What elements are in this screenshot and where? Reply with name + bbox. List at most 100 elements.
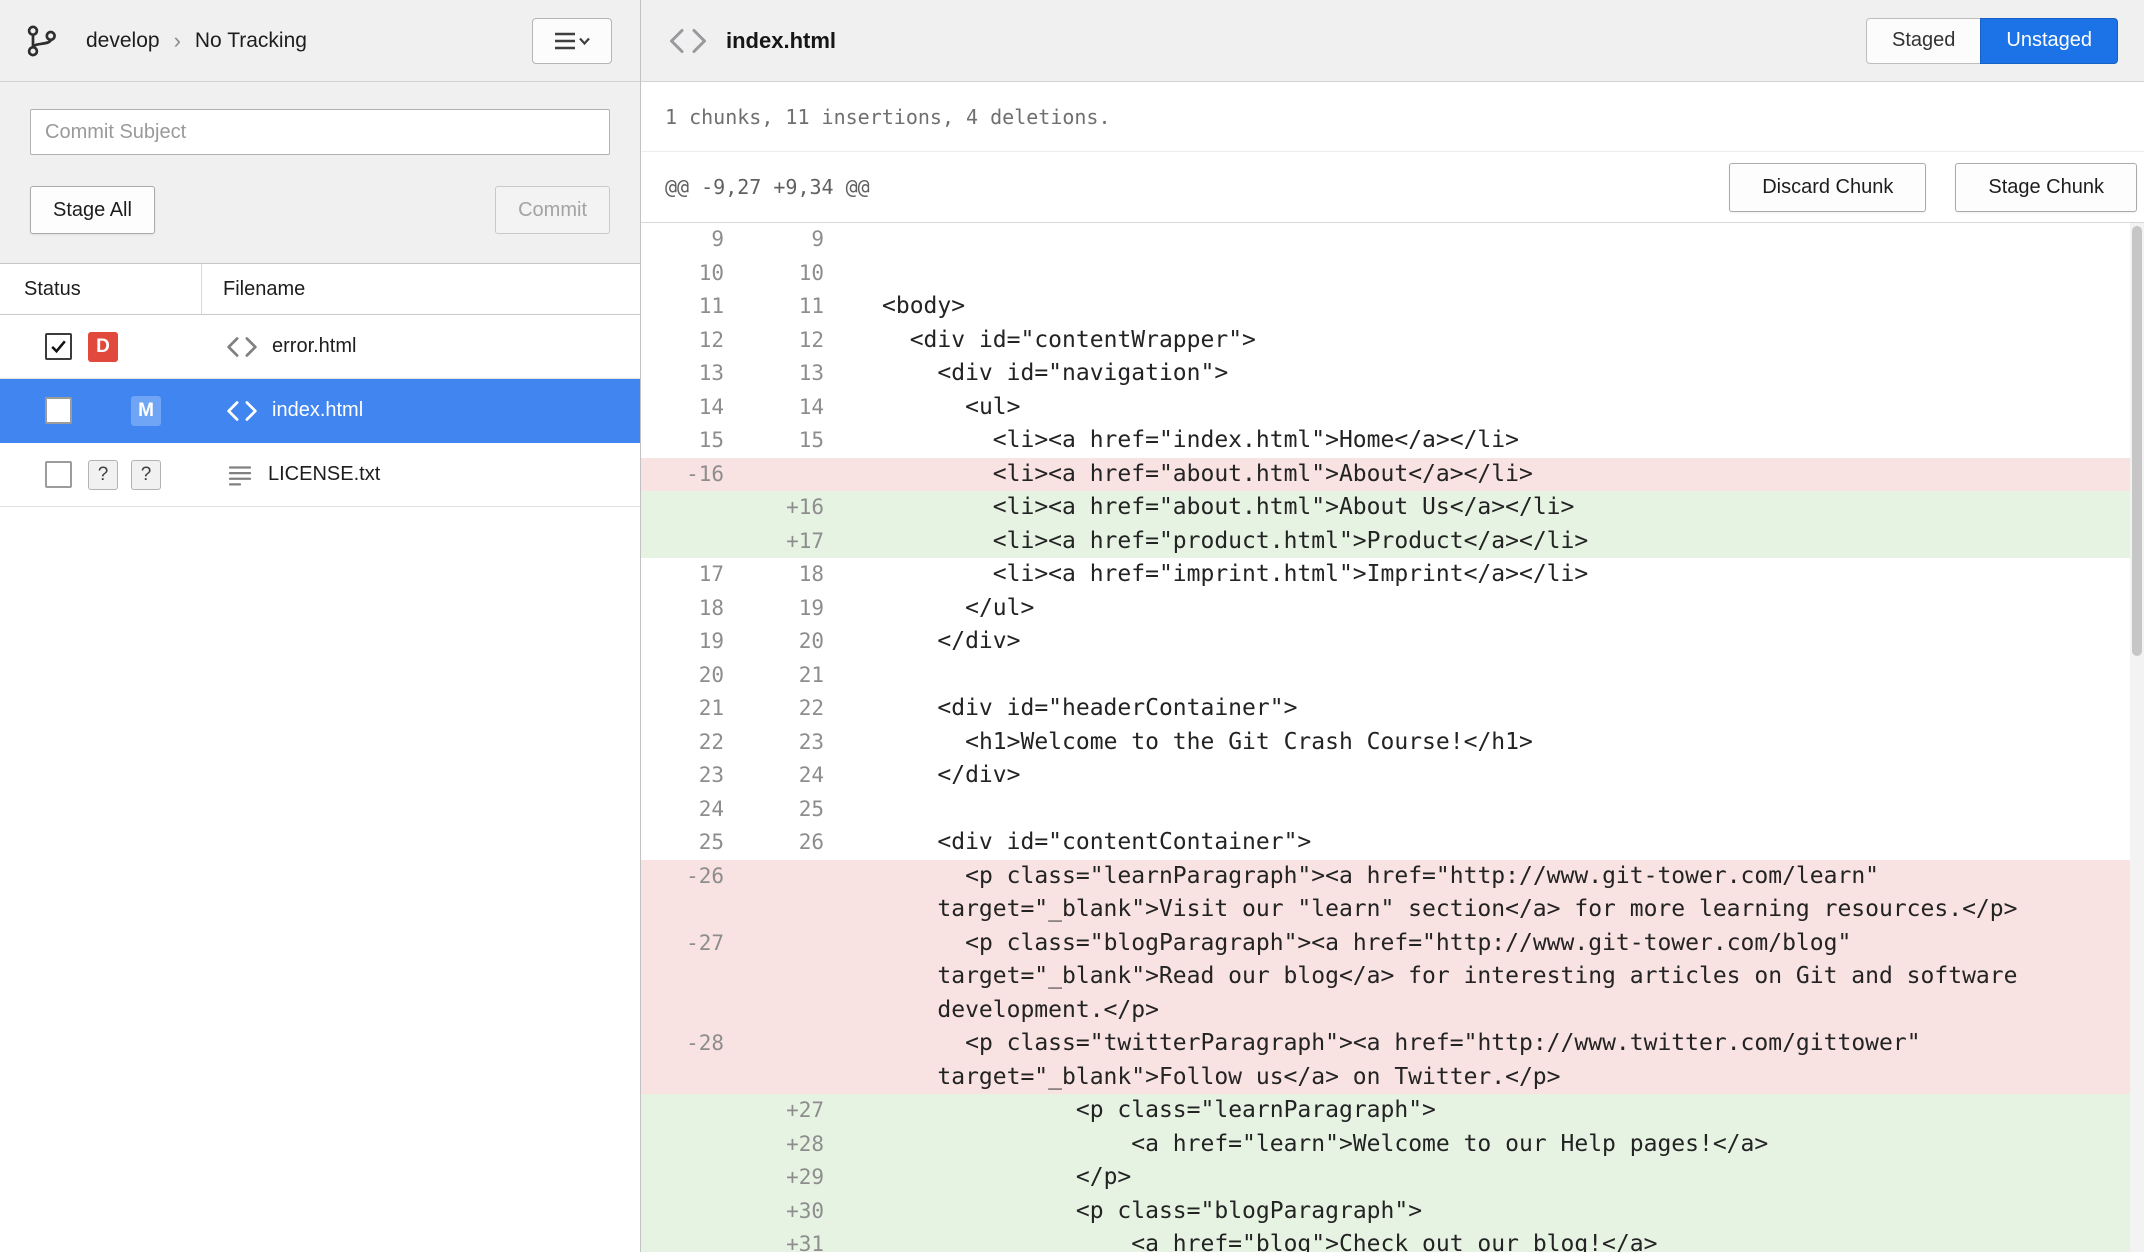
diff-line[interactable]: -16 <li><a href="about.html">About</a></…	[641, 458, 2144, 492]
diff-line[interactable]: -26 <p class="learnParagraph"><a href="h…	[641, 860, 2144, 927]
old-line-number	[641, 1161, 746, 1195]
status-badge-deleted: D	[88, 332, 118, 362]
unstaged-tab[interactable]: Unstaged	[1980, 18, 2118, 64]
diff-line[interactable]: +27 <p class="learnParagraph">	[641, 1094, 2144, 1128]
diff-line[interactable]: +31 <a href="blog">Check out our blog!</…	[641, 1228, 2144, 1252]
new-line-number	[746, 458, 846, 492]
commit-section: Stage All Commit	[0, 82, 640, 264]
file-row[interactable]: Mindex.html	[0, 379, 640, 443]
diff-line[interactable]: +30 <p class="blogParagraph">	[641, 1195, 2144, 1229]
new-line-number: 11	[746, 290, 846, 324]
old-line-number: 15	[641, 424, 746, 458]
file-checkbox[interactable]	[45, 333, 72, 360]
diff-line[interactable]: 2122 <div id="headerContainer">	[641, 692, 2144, 726]
old-line-number: 14	[641, 391, 746, 425]
status-badge-slot: D	[88, 332, 118, 362]
new-line-number: +30	[746, 1195, 846, 1229]
new-line-number: 10	[746, 257, 846, 291]
diff-line[interactable]: +28 <a href="learn">Welcome to our Help …	[641, 1128, 2144, 1162]
new-line-number: +28	[746, 1128, 846, 1162]
commit-button[interactable]: Commit	[495, 186, 610, 234]
chunk-bar: @@ -9,27 +9,34 @@ Discard Chunk Stage Ch…	[641, 152, 2144, 223]
diff-line[interactable]: -28 <p class="twitterParagraph"><a href=…	[641, 1027, 2144, 1094]
diff-line[interactable]: 1212 <div id="contentWrapper">	[641, 324, 2144, 358]
code-line-text: <div id="headerContainer">	[846, 692, 2144, 726]
stage-chunk-button[interactable]: Stage Chunk	[1955, 163, 2137, 212]
new-line-number: 22	[746, 692, 846, 726]
diff-line[interactable]: +29 </p>	[641, 1161, 2144, 1195]
file-checkbox[interactable]	[45, 397, 72, 424]
new-line-number: 9	[746, 223, 846, 257]
code-line-text	[846, 223, 2144, 257]
diff-line[interactable]: 2526 <div id="contentContainer">	[641, 826, 2144, 860]
status-badge-slot: ?	[88, 460, 118, 490]
diff-line[interactable]: 1111<body>	[641, 290, 2144, 324]
diff-line[interactable]: 1313 <div id="navigation">	[641, 357, 2144, 391]
diff-line[interactable]: 1920 </div>	[641, 625, 2144, 659]
tracking-status[interactable]: No Tracking	[195, 29, 307, 53]
discard-chunk-button[interactable]: Discard Chunk	[1729, 163, 1926, 212]
breadcrumb: develop › No Tracking	[86, 29, 307, 53]
git-branch-icon	[24, 23, 60, 59]
old-line-number: 21	[641, 692, 746, 726]
status-badge-slot	[131, 332, 161, 362]
diff-line[interactable]: 2021	[641, 659, 2144, 693]
old-line-number: 10	[641, 257, 746, 291]
diff-scrollbar[interactable]	[2130, 223, 2144, 1252]
file-row[interactable]: Derror.html	[0, 315, 640, 379]
diff-line[interactable]: +16 <li><a href="about.html">About Us</a…	[641, 491, 2144, 525]
code-line-text: <li><a href="imprint.html">Imprint</a></…	[846, 558, 2144, 592]
status-badge-slot: M	[131, 396, 161, 426]
diff-line[interactable]: 99	[641, 223, 2144, 257]
code-line-text: </div>	[846, 625, 2144, 659]
new-line-number: 15	[746, 424, 846, 458]
staged-unstaged-toggle: Staged Unstaged	[1866, 18, 2118, 64]
diff-line[interactable]: 1718 <li><a href="imprint.html">Imprint<…	[641, 558, 2144, 592]
diff-line[interactable]: 1515 <li><a href="index.html">Home</a></…	[641, 424, 2144, 458]
code-line-text: <body>	[846, 290, 2144, 324]
old-line-number	[641, 1128, 746, 1162]
code-line-text: <h1>Welcome to the Git Crash Course!</h1…	[846, 726, 2144, 760]
staged-tab[interactable]: Staged	[1866, 18, 1980, 64]
branch-name[interactable]: develop	[86, 29, 160, 53]
stage-all-button[interactable]: Stage All	[30, 186, 155, 234]
code-line-text: <li><a href="product.html">Product</a></…	[846, 525, 2144, 559]
diff-line[interactable]: 2324 </div>	[641, 759, 2144, 793]
new-line-number	[746, 927, 846, 1028]
diff-header: index.html Staged Unstaged	[641, 0, 2144, 82]
code-line-text: </div>	[846, 759, 2144, 793]
file-name: LICENSE.txt	[268, 463, 380, 486]
file-row[interactable]: ?? LICENSE.txt	[0, 443, 640, 507]
filename-column-header[interactable]: Filename	[202, 264, 640, 314]
old-line-number: 24	[641, 793, 746, 827]
file-list: Derror.htmlMindex.html??LICENSE.txt	[0, 315, 640, 507]
commit-actions: Stage All Commit	[30, 186, 610, 234]
file-name: error.html	[272, 335, 356, 358]
old-line-number: 20	[641, 659, 746, 693]
code-line-text	[846, 659, 2144, 693]
status-column-header[interactable]: Status	[0, 264, 202, 314]
repo-header: develop › No Tracking	[0, 0, 640, 82]
new-line-number: +16	[746, 491, 846, 525]
file-checkbox[interactable]	[45, 461, 72, 488]
diff-line[interactable]: -27 <p class="blogParagraph"><a href="ht…	[641, 927, 2144, 1028]
old-line-number	[641, 1094, 746, 1128]
branch-menu-button[interactable]	[532, 18, 612, 64]
new-line-number: 24	[746, 759, 846, 793]
diff-lines: 9910101111<body>1212 <div id="contentWra…	[641, 223, 2144, 1252]
diff-summary-bar: 1 chunks, 11 insertions, 4 deletions.	[641, 82, 2144, 152]
status-badge-slot	[88, 396, 118, 426]
diff-line[interactable]: 1414 <ul>	[641, 391, 2144, 425]
scrollbar-thumb[interactable]	[2132, 226, 2142, 656]
diff-line[interactable]: 2223 <h1>Welcome to the Git Crash Course…	[641, 726, 2144, 760]
diff-line[interactable]: 1010	[641, 257, 2144, 291]
code-line-text: <p class="learnParagraph">	[846, 1094, 2144, 1128]
diff-line[interactable]: +17 <li><a href="product.html">Product</…	[641, 525, 2144, 559]
new-line-number: 20	[746, 625, 846, 659]
file-status-cell: ??	[0, 460, 202, 490]
diff-line[interactable]: 2425	[641, 793, 2144, 827]
commit-subject-input[interactable]	[30, 109, 610, 155]
file-name: index.html	[272, 399, 363, 422]
app-window: develop › No Tracking Stage All Commit S…	[0, 0, 2144, 1252]
diff-line[interactable]: 1819 </ul>	[641, 592, 2144, 626]
